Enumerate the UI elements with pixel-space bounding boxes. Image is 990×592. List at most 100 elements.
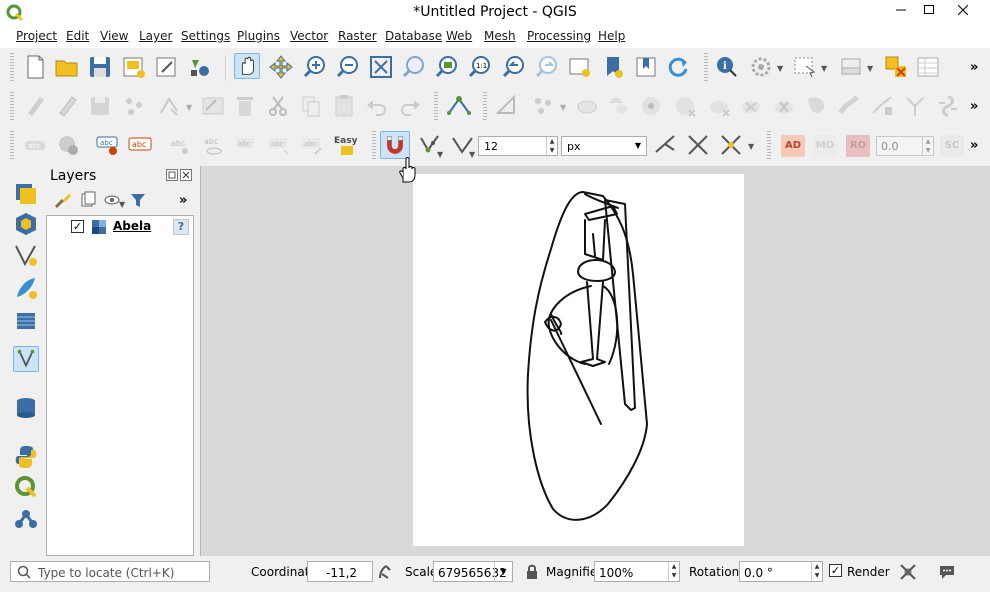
help-icon[interactable]: ? [173,219,189,235]
menu-help[interactable]: Help [598,29,625,43]
rotate-point-symbols-icon[interactable] [935,93,961,119]
layer-visibility-checkbox[interactable]: ✓ [71,220,84,233]
virtual-layer-icon[interactable] [13,308,39,334]
close-button[interactable] [946,0,980,20]
toolbar-grip[interactable] [372,131,376,159]
close-panel-icon[interactable] [180,169,192,181]
merge-features-icon[interactable] [902,93,928,119]
menu-edit[interactable]: Edit [66,29,89,43]
pan-map-icon[interactable] [234,53,260,79]
dropdown-arrow-icon[interactable]: ▼ [469,150,475,159]
render-checkbox[interactable]: ✓ [829,564,842,577]
toolbar-overflow-chevron-icon[interactable]: » [970,60,978,75]
add-group-icon[interactable] [79,191,97,209]
delete-selected-icon[interactable] [232,93,258,119]
zoom-next-icon[interactable] [534,54,560,80]
coordinate-toggle-icon[interactable] [377,564,393,580]
new-shapefile-layer-icon[interactable] [13,242,39,268]
add-point-feature-icon[interactable] [121,93,147,119]
spin-arrows[interactable]: ▲ ▼ [922,137,933,155]
pan-to-selection-icon[interactable] [268,54,294,80]
show-hide-labels-icon[interactable]: abc [200,132,226,158]
rotate-label-icon[interactable]: abc [266,132,292,158]
modify-attributes-icon[interactable] [200,93,226,119]
coordinate-field[interactable]: -11,2 [307,561,373,582]
select-by-value-icon[interactable] [838,54,864,80]
style-layer-icon[interactable] [54,191,72,209]
toolbar-grip[interactable] [434,92,438,120]
snapping-units-select[interactable]: px ▼ [561,136,647,156]
self-snapping-icon[interactable] [718,132,744,158]
offset-spinbox[interactable]: 0.0 ▲ ▼ [876,136,934,156]
refresh-icon[interactable] [665,54,691,80]
locator-input[interactable]: Type to locate (Ctrl+K) [10,561,210,582]
layer-item-abela[interactable]: ✓ Abela ? [47,216,193,238]
select-features-icon[interactable] [792,54,818,80]
style-manager-icon[interactable] [187,54,213,80]
toolbar-grip[interactable] [483,92,487,120]
snapping-intersection-icon[interactable] [685,132,711,158]
toolbar-overflow-chevron-icon[interactable]: » [970,99,978,114]
zoom-in-icon[interactable] [302,54,328,80]
panel-overflow-chevron-icon[interactable]: » [179,193,187,208]
add-ring-icon[interactable] [574,93,600,119]
identify-features-icon[interactable]: i [714,54,740,80]
toggle-editing-icon[interactable] [54,93,80,119]
vertex-layer-icon[interactable] [13,346,39,372]
zoom-to-layer-icon[interactable] [434,54,460,80]
dropdown-arrow-icon[interactable]: ▼ [821,64,827,73]
network-plugin-icon[interactable] [13,506,39,532]
dropdown-arrow-icon[interactable]: ▼ [777,64,783,73]
dropdown-arrow-icon[interactable]: ▼ [119,200,125,209]
lock-scale-icon[interactable] [525,564,539,580]
new-bookmark-icon[interactable] [600,54,626,80]
new-geopackage-layer-icon[interactable] [13,211,39,237]
scale-field[interactable]: 679565632 ▼ [433,561,513,582]
snapping-magnet-icon[interactable] [380,131,410,159]
split-features-icon[interactable] [837,93,863,119]
split-parts-icon[interactable] [869,93,895,119]
crs-icon[interactable] [899,563,917,581]
data-source-manager-icon[interactable] [13,181,39,207]
zoom-to-selection-icon[interactable] [401,54,427,80]
shape-digitizing-icon[interactable] [494,93,520,119]
menu-vector[interactable]: Vector [290,29,328,43]
deselect-features-icon[interactable] [883,54,909,80]
layer-diagram-options-icon[interactable] [55,132,81,158]
qgis-plugin-icon[interactable] [13,474,39,500]
magnifier-field[interactable]: 100% ▲ ▼ [594,561,680,582]
layout-manager-icon[interactable] [154,54,180,80]
new-project-icon[interactable] [22,54,48,80]
run-feature-action-icon[interactable] [748,54,774,80]
change-label-icon[interactable]: abc [299,132,325,158]
menu-settings[interactable]: Settings [181,29,230,43]
new-map-view-icon[interactable] [567,54,593,80]
offset-curve-icon[interactable] [771,93,797,119]
zoom-full-icon[interactable] [368,54,394,80]
menu-view[interactable]: View [100,29,128,43]
digitize-layer-icon[interactable] [13,275,39,301]
zoom-last-icon[interactable] [501,54,527,80]
menu-processing[interactable]: Processing [527,29,591,43]
toolbar-grip[interactable] [767,131,771,159]
dropdown-arrow-icon[interactable]: ▼ [560,103,566,112]
show-bookmarks-icon[interactable] [633,54,659,80]
database-manager-icon[interactable] [13,395,39,421]
topological-editing-icon[interactable] [652,132,678,158]
vertex-tool-icon[interactable] [157,93,183,119]
menu-mesh[interactable]: Mesh [484,29,516,43]
maximize-button[interactable] [912,0,946,20]
dropdown-arrow-icon[interactable]: ▼ [437,150,443,159]
new-print-layout-icon[interactable] [121,54,147,80]
fill-ring-icon[interactable] [638,93,664,119]
menu-database[interactable]: Database [385,29,442,43]
attribute-table-icon[interactable] [915,54,941,80]
toolbar-grip[interactable] [10,53,14,81]
paste-features-icon[interactable] [331,93,357,119]
menu-web[interactable]: Web [446,29,472,43]
menu-project[interactable]: Project [16,29,57,43]
menu-layer[interactable]: Layer [139,29,172,43]
simplify-feature-icon[interactable] [804,93,830,119]
current-edits-icon[interactable] [22,93,48,119]
zoom-native-resolution-icon[interactable]: 1:1 [467,54,493,80]
